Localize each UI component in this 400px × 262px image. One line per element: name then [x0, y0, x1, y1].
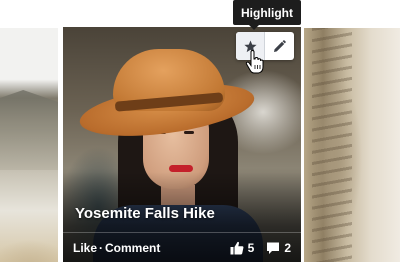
- thumbs-up-icon[interactable]: [230, 241, 244, 255]
- adjacent-photo-right[interactable]: [304, 28, 400, 262]
- hand-cursor-icon: [245, 50, 264, 74]
- card-counts: 5 2: [230, 241, 291, 255]
- pencil-icon: [274, 39, 286, 52]
- card-footer: Like · Comment 5 2: [63, 232, 301, 262]
- adjacent-photo-left[interactable]: [0, 28, 58, 262]
- photo-card[interactable]: Yosemite Falls Hike Like · Comment 5 2: [63, 27, 301, 262]
- comment-link[interactable]: Comment: [105, 241, 160, 255]
- edit-button[interactable]: [265, 32, 294, 60]
- comment-icon[interactable]: [266, 241, 280, 255]
- actions-separator: ·: [99, 240, 104, 255]
- card-actions: Like · Comment: [73, 241, 160, 255]
- photo-lips: [169, 165, 193, 172]
- tooltip-arrow: [249, 25, 259, 30]
- photo-eye-right: [184, 131, 194, 134]
- comments-count[interactable]: 2: [284, 241, 291, 255]
- card-title[interactable]: Yosemite Falls Hike: [75, 205, 215, 222]
- photo-tree-bark: [312, 28, 352, 262]
- highlight-tooltip: Highlight: [233, 0, 301, 25]
- photo-rock: [0, 90, 58, 170]
- likes-count[interactable]: 5: [248, 241, 255, 255]
- like-link[interactable]: Like: [73, 241, 97, 255]
